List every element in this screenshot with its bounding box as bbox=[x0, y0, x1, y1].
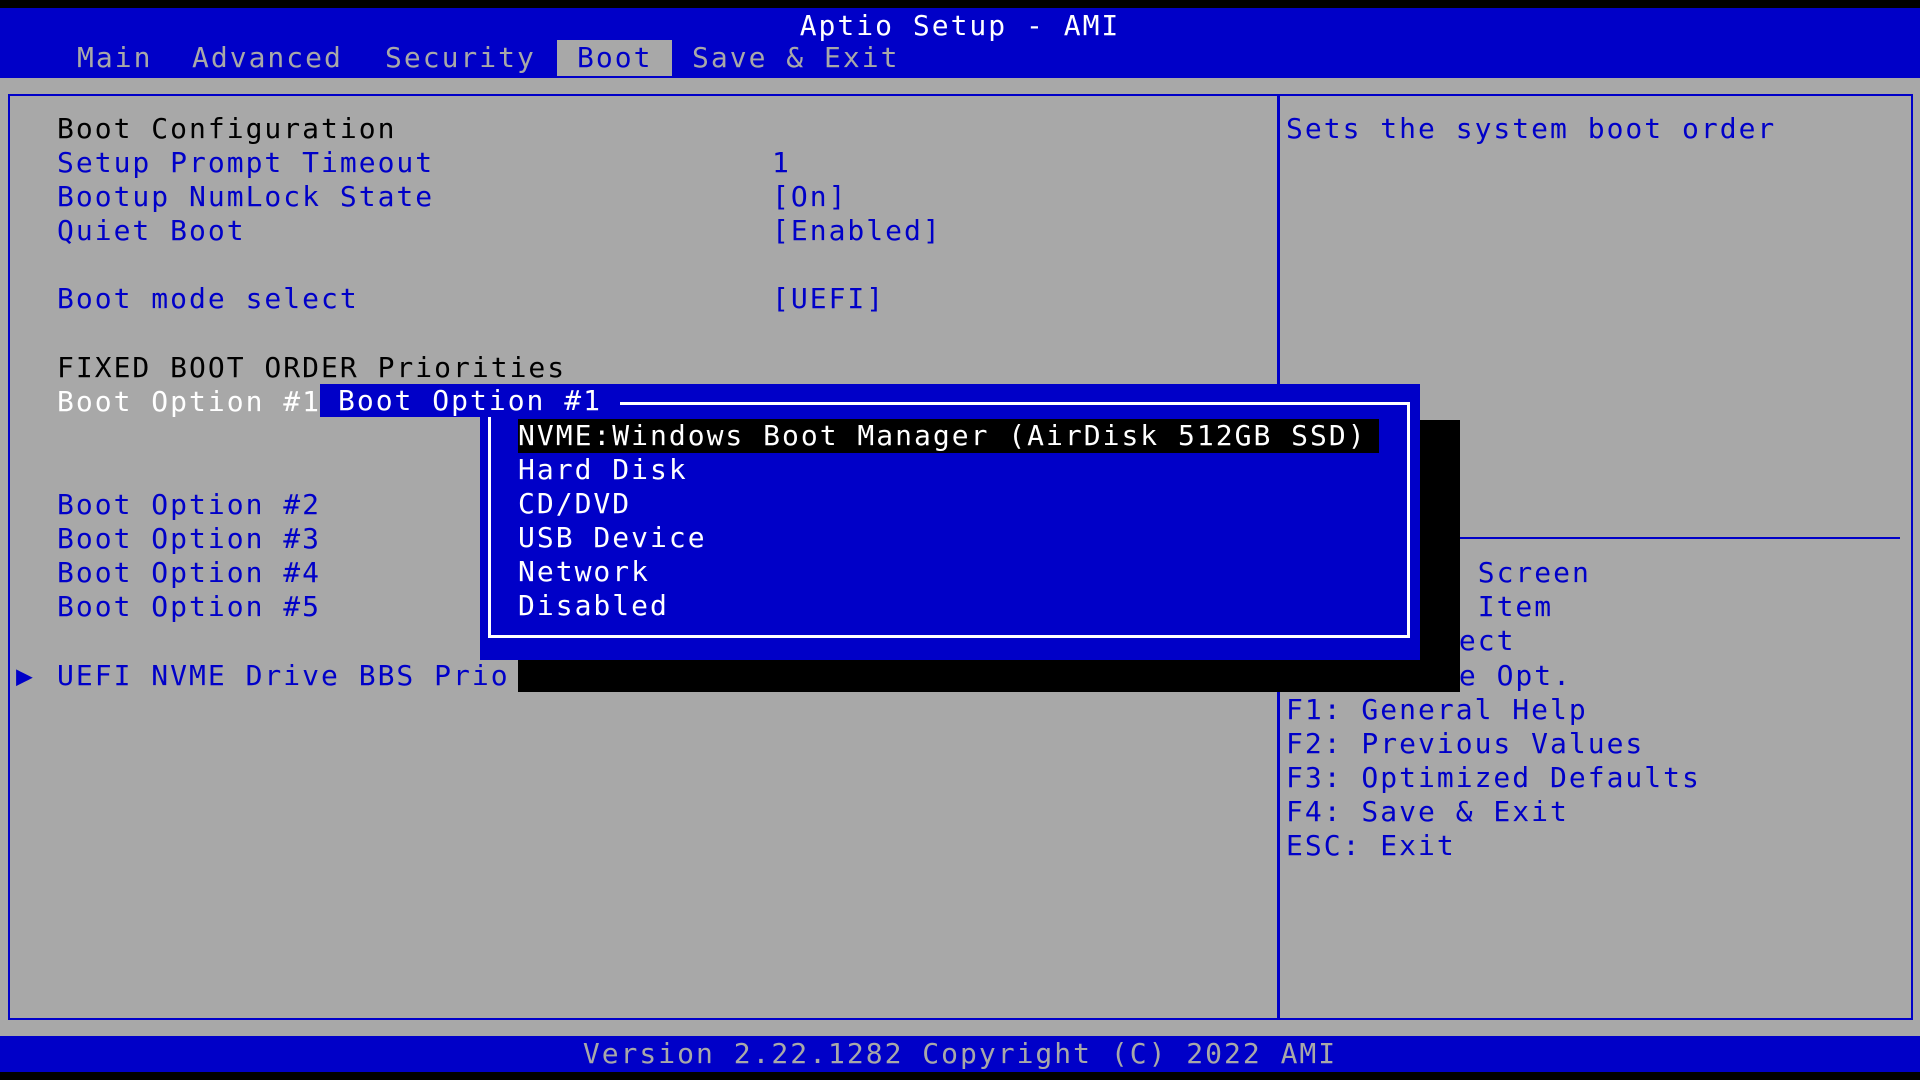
tab-advanced[interactable]: Advanced bbox=[172, 40, 363, 76]
popup-option-cd-dvd[interactable]: CD/DVD bbox=[518, 487, 631, 521]
tab-boot[interactable]: Boot bbox=[557, 40, 673, 76]
boot-option-2-label[interactable]: Boot Option #2 bbox=[57, 488, 321, 522]
popup-option-usb-device[interactable]: USB Device bbox=[518, 521, 707, 555]
help-key-select-screen: t Screen bbox=[1440, 556, 1591, 589]
boot-option-5-label[interactable]: Boot Option #5 bbox=[57, 590, 321, 624]
popup-option-nvme[interactable]: NVME:Windows Boot Manager (AirDisk 512GB… bbox=[518, 419, 1379, 453]
popup-shadow-bottom bbox=[518, 660, 1460, 692]
help-key-f3: F3: Optimized Defaults bbox=[1286, 761, 1701, 794]
help-key-f4: F4: Save & Exit bbox=[1286, 795, 1569, 828]
popup-option-disabled[interactable]: Disabled bbox=[518, 589, 669, 623]
help-key-f2: F2: Previous Values bbox=[1286, 727, 1645, 760]
tab-security[interactable]: Security bbox=[365, 40, 556, 76]
version-footer: Version 2.22.1282 Copyright (C) 2022 AMI bbox=[582, 1037, 1338, 1070]
help-key-esc: ESC: Exit bbox=[1286, 829, 1456, 862]
help-description: Sets the system boot order bbox=[1286, 112, 1777, 145]
popup-title-text: Boot Option #1 bbox=[319, 384, 620, 417]
nvme-drive-bbs-submenu[interactable]: UEFI NVME Drive BBS Prio bbox=[57, 659, 510, 693]
boot-option-3-label[interactable]: Boot Option #3 bbox=[57, 522, 321, 556]
boot-mode-label[interactable]: Boot mode select bbox=[57, 282, 359, 316]
fixed-boot-order-header: FIXED BOOT ORDER Priorities bbox=[57, 351, 567, 384]
boot-mode-value[interactable]: [UEFI] bbox=[772, 282, 885, 316]
tab-save-exit[interactable]: Save & Exit bbox=[672, 40, 919, 76]
bootup-numlock-value[interactable]: [On] bbox=[772, 180, 847, 214]
bootup-numlock-label[interactable]: Bootup NumLock State bbox=[57, 180, 434, 214]
quiet-boot-label[interactable]: Quiet Boot bbox=[57, 214, 246, 248]
setup-prompt-timeout-label[interactable]: Setup Prompt Timeout bbox=[57, 146, 434, 180]
popup-option-hard-disk[interactable]: Hard Disk bbox=[518, 453, 688, 487]
quiet-boot-value[interactable]: [Enabled] bbox=[772, 214, 942, 248]
submenu-arrow-icon: ▶ bbox=[16, 659, 35, 692]
popup-shadow-right bbox=[1420, 420, 1460, 692]
help-divider bbox=[1440, 537, 1900, 539]
tab-main[interactable]: Main bbox=[57, 40, 172, 76]
help-key-f1: F1: General Help bbox=[1286, 693, 1588, 726]
setup-prompt-timeout-value[interactable]: 1 bbox=[772, 146, 791, 180]
boot-option-4-label[interactable]: Boot Option #4 bbox=[57, 556, 321, 590]
boot-configuration-header: Boot Configuration bbox=[57, 112, 397, 145]
app-title: Aptio Setup - AMI bbox=[799, 9, 1121, 42]
popup-option-network[interactable]: Network bbox=[518, 555, 650, 589]
popup-title: Boot Option #1 bbox=[0, 384, 940, 418]
